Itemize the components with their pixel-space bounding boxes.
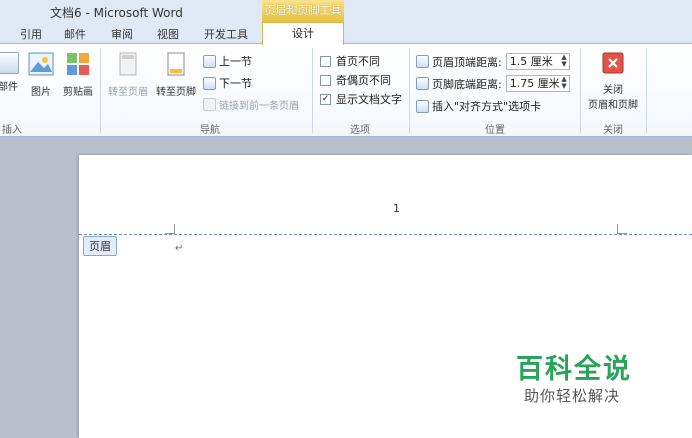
tab-references[interactable]: 引用 [20, 26, 42, 42]
spin-arrows-icon[interactable]: ▲ ▼ [561, 54, 566, 68]
goto-header-icon [104, 52, 152, 79]
group-label-close: 关闭 [603, 125, 623, 136]
ribbon-tab-bar: 引用 邮件 审阅 视图 开发工具 [0, 22, 692, 44]
header-page-number[interactable]: 1 [393, 202, 400, 215]
header-position-icon [416, 55, 429, 68]
insert-alignment-tab-button[interactable]: 插入"对齐方式"选项卡 [416, 98, 541, 114]
prev-section-button[interactable]: 上一节 [203, 53, 252, 69]
close-button-label-line1: 关闭 [603, 85, 623, 96]
show-document-text-option[interactable]: ✓ 显示文档文字 [320, 91, 402, 107]
next-section-icon [203, 76, 216, 90]
insert-alignment-tab-label: 插入"对齐方式"选项卡 [432, 100, 542, 113]
close-icon [583, 52, 643, 77]
goto-footer-icon [152, 52, 200, 79]
close-header-footer-button[interactable]: 关闭 页眉和页脚 [583, 52, 643, 111]
picture-label: 图片 [31, 87, 51, 98]
first-page-different-checkbox[interactable] [320, 55, 331, 67]
goto-footer-label: 转至页脚 [156, 87, 196, 98]
tab-design[interactable]: 设计 [262, 22, 344, 45]
odd-even-different-label: 奇偶页不同 [336, 74, 391, 87]
header-top-distance-label: 页眉顶端距离: [432, 55, 502, 69]
tab-review[interactable]: 审阅 [111, 26, 133, 42]
clip-art-button[interactable]: 剪贴画 [60, 52, 96, 98]
group-label-insert: 插入 [2, 125, 22, 136]
odd-even-different-option[interactable]: 奇偶页不同 [320, 72, 391, 88]
group-separator [312, 48, 313, 133]
window-title: 文档6 - Microsoft Word [50, 6, 183, 20]
footer-bottom-distance-label: 页脚底端距离: [432, 77, 502, 91]
group-label-options: 选项 [350, 125, 370, 136]
spin-arrows-icon[interactable]: ▲ ▼ [561, 76, 566, 90]
clip-art-label: 剪贴画 [63, 87, 93, 98]
goto-header-button[interactable]: 转至页眉 [104, 52, 152, 98]
picture-icon [26, 52, 56, 79]
prev-section-icon [203, 54, 216, 68]
footer-position-icon [416, 77, 429, 90]
header-top-distance-row: 页眉顶端距离: 1.5 厘米 ▲ ▼ [416, 53, 570, 70]
group-label-position: 位置 [485, 125, 505, 136]
group-separator [409, 48, 410, 133]
odd-even-different-checkbox[interactable] [320, 74, 331, 86]
next-section-button[interactable]: 下一节 [203, 75, 252, 91]
link-to-previous-label: 链接到前一条页眉 [219, 101, 299, 112]
tab-view[interactable]: 视图 [157, 26, 179, 42]
link-icon [203, 98, 216, 111]
clip-art-icon [60, 52, 96, 79]
next-section-label: 下一节 [219, 77, 252, 90]
watermark-title: 百科全说 [516, 354, 632, 385]
quick-parts-icon [0, 52, 19, 74]
footer-bottom-distance-row: 页脚底端距离: 1.75 厘米 ▲ ▼ [416, 75, 570, 92]
group-separator [580, 48, 581, 133]
watermark-subtitle: 助你轻松解决 [524, 387, 621, 405]
group-label-navigation: 导航 [200, 125, 220, 136]
quick-parts-label: 部件 [0, 82, 18, 93]
quick-parts-button[interactable]: 部件 [0, 52, 22, 93]
first-page-different-label: 首页不同 [336, 55, 380, 68]
show-document-text-checkbox[interactable]: ✓ [320, 93, 331, 105]
picture-button[interactable]: 图片 [26, 52, 56, 98]
paragraph-return-mark: ↵ [175, 243, 184, 254]
tab-developer[interactable]: 开发工具 [204, 26, 248, 42]
margin-corner-mark [617, 224, 627, 234]
header-boundary-line [79, 234, 692, 235]
tab-mailings[interactable]: 邮件 [64, 26, 86, 42]
header-top-distance-input[interactable]: 1.5 厘米 ▲ ▼ [505, 53, 570, 70]
first-page-different-option[interactable]: 首页不同 [320, 53, 380, 69]
ribbon: 部件 图片 剪贴画 插入 转至页眉 转至页脚 上一节 下一节 链接到前一条页眉 … [0, 44, 692, 137]
close-button-label-line2: 页眉和页脚 [588, 100, 638, 111]
show-document-text-label: 显示文档文字 [336, 93, 402, 106]
header-tag: 页眉 [83, 236, 117, 256]
title-bar: 文档6 - Microsoft Word [0, 0, 692, 22]
group-separator [100, 48, 101, 133]
footer-bottom-distance-input[interactable]: 1.75 厘米 ▲ ▼ [505, 75, 570, 92]
goto-header-label: 转至页眉 [108, 87, 148, 98]
alignment-tab-icon [416, 99, 429, 113]
margin-corner-mark [165, 224, 175, 234]
goto-footer-button[interactable]: 转至页脚 [152, 52, 200, 98]
link-to-previous-button[interactable]: 链接到前一条页眉 [203, 97, 299, 112]
context-tab-title: 页眉和页脚工具 [262, 0, 344, 22]
prev-section-label: 上一节 [219, 55, 252, 68]
group-separator [646, 48, 647, 133]
